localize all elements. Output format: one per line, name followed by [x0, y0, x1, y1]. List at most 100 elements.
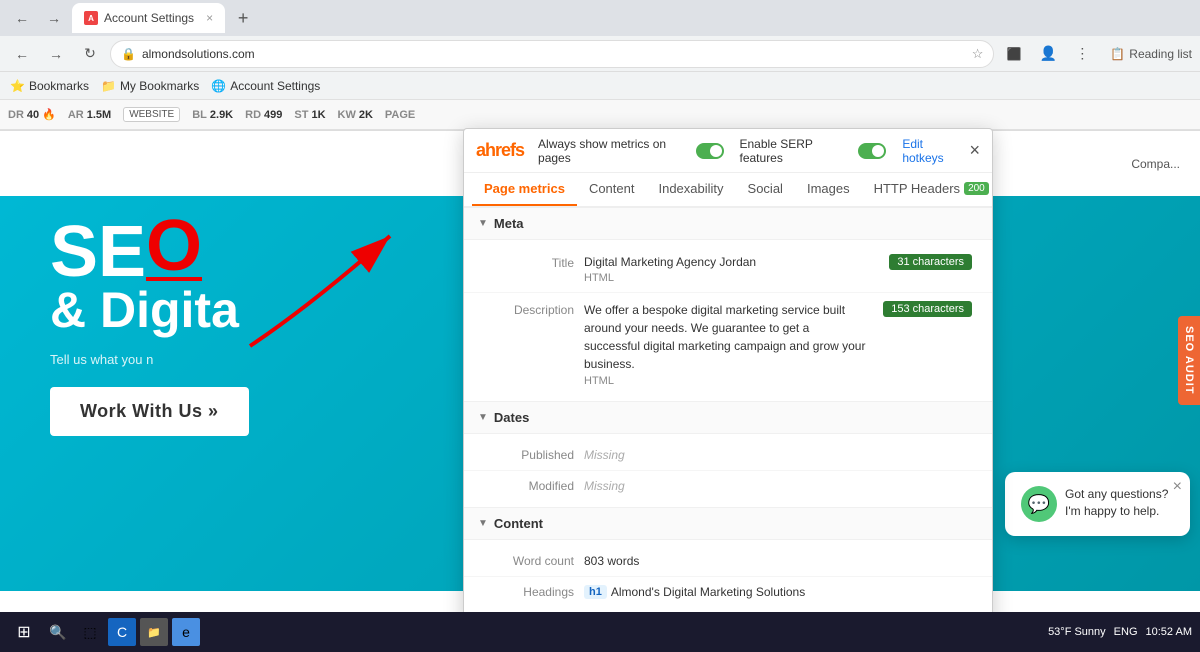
content-section-header[interactable]: ▼ Content — [464, 508, 992, 540]
taskbar-right: 53°F Sunny ENG 10:52 AM — [1048, 626, 1192, 638]
meta-chevron-icon: ▼ — [478, 218, 488, 229]
headings-label: Headings — [484, 585, 574, 599]
modified-field-row: Modified Missing — [464, 471, 992, 501]
account-settings-bookmark[interactable]: 🌐 Account Settings — [211, 79, 320, 93]
chat-avatar: 💬 — [1021, 486, 1057, 522]
headings-value: h1 Almond's Digital Marketing Solutions — [584, 585, 805, 599]
tab-indexability[interactable]: Indexability — [646, 173, 735, 206]
tab-title: Account Settings — [104, 11, 194, 25]
start-button[interactable]: ⊞ — [8, 616, 40, 648]
serp-features-toggle[interactable] — [858, 143, 886, 159]
bookmarks-folder[interactable]: ⭐ Bookmarks — [10, 79, 89, 93]
content-section-body: Word count 803 words Headings h1 Almond'… — [464, 540, 992, 614]
meta-section: ▼ Meta Title Digital Marketing Agency Jo… — [464, 208, 992, 402]
http-headers-badge: 200 — [964, 182, 989, 195]
title-label: Title — [484, 254, 574, 270]
taskbar-left: ⊞ 🔍 ⬚ C 📁 e — [8, 616, 200, 648]
new-tab-button[interactable]: + — [229, 4, 257, 32]
lock-icon: 🔒 — [121, 47, 136, 61]
popup-content: ▼ Meta Title Digital Marketing Agency Jo… — [464, 208, 992, 628]
content-section: ▼ Content Word count 803 words Headings … — [464, 508, 992, 614]
reading-list[interactable]: 📋 Reading list — [1110, 47, 1192, 61]
menu-btn[interactable]: ⋮ — [1068, 40, 1096, 68]
content-chevron-icon: ▼ — [478, 518, 488, 529]
url-text: almondsolutions.com — [142, 47, 255, 61]
tab-close-icon[interactable]: × — [206, 11, 213, 25]
tab-images[interactable]: Images — [795, 173, 862, 206]
h1-tag-badge: h1 — [584, 585, 607, 599]
fire-icon: 🔥 — [42, 108, 56, 121]
tab-page-metrics[interactable]: Page metrics — [472, 173, 577, 206]
dates-chevron-icon: ▼ — [478, 412, 488, 423]
taskbar: ⊞ 🔍 ⬚ C 📁 e 53°F Sunny ENG 10:52 AM — [0, 612, 1200, 652]
popup-header: ahrefs Always show metrics on pages Enab… — [464, 129, 992, 173]
address-bar[interactable]: 🔒 almondsolutions.com ☆ — [110, 40, 994, 68]
active-tab[interactable]: A Account Settings × — [72, 3, 225, 33]
wordcount-label: Word count — [484, 554, 574, 568]
dates-section-header[interactable]: ▼ Dates — [464, 402, 992, 434]
modified-value: Missing — [584, 479, 625, 493]
desc-value-container: We offer a bespoke digital marketing ser… — [584, 301, 972, 387]
heading-text: Almond's Digital Marketing Solutions — [611, 585, 805, 599]
chat-close-button[interactable]: × — [1173, 478, 1182, 496]
metrics-bar: DR 40 🔥 AR 1.5M WEBSITE BL 2.9K RD 499 S… — [0, 100, 1200, 130]
reload-btn[interactable]: ↻ — [76, 40, 104, 68]
address-bar-row: ← → ↻ 🔒 almondsolutions.com ☆ ⬛ 👤 ⋮ 📋 Re… — [0, 36, 1200, 72]
popup-close-button[interactable]: × — [969, 140, 980, 161]
taskbar-time: 10:52 AM — [1146, 626, 1192, 638]
star-icon[interactable]: ☆ — [972, 46, 984, 62]
published-label: Published — [484, 448, 574, 462]
taskbar-task-view-icon[interactable]: ⬚ — [76, 618, 104, 646]
wordcount-field-row: Word count 803 words — [464, 546, 992, 577]
title-field-row: Title Digital Marketing Agency Jordan 31… — [464, 246, 992, 293]
forward-nav-btn[interactable]: → — [42, 40, 70, 68]
kw-metric: KW 2K — [338, 109, 373, 121]
tab-http-headers[interactable]: HTTP Headers 200 — [862, 173, 992, 206]
extensions-btn[interactable]: ⬛ — [1000, 40, 1028, 68]
always-show-label: Always show metrics on pages — [538, 137, 681, 165]
popup-tabs: Page metrics Content Indexability Social… — [464, 173, 992, 208]
chat-widget: × 💬 Got any questions? I'm happy to help… — [1005, 472, 1190, 536]
taskbar-edge-icon[interactable]: e — [172, 618, 200, 646]
bookmarks-bar: ⭐ Bookmarks 📁 My Bookmarks 🌐 Account Set… — [0, 72, 1200, 100]
taskbar-chrome-icon[interactable]: C — [108, 618, 136, 646]
description-field-row: Description We offer a bespoke digital m… — [464, 293, 992, 395]
always-show-toggle[interactable] — [696, 143, 724, 159]
taskbar-weather: 53°F Sunny — [1048, 626, 1106, 638]
desc-chars-badge: 153 characters — [883, 301, 972, 317]
headings-field-row: Headings h1 Almond's Digital Marketing S… — [464, 577, 992, 607]
red-arrow — [230, 216, 430, 356]
forward-button[interactable]: → — [40, 4, 68, 32]
profile-btn[interactable]: 👤 — [1034, 40, 1062, 68]
enable-serp-label: Enable SERP features — [740, 137, 845, 165]
desc-value: We offer a bespoke digital marketing ser… — [584, 301, 867, 373]
dr-metric: DR 40 🔥 — [8, 108, 56, 121]
title-value-container: Digital Marketing Agency Jordan 31 chara… — [584, 254, 972, 284]
modified-label: Modified — [484, 479, 574, 493]
published-value: Missing — [584, 448, 625, 462]
compare-link[interactable]: Compa... — [1131, 157, 1180, 171]
tab-social[interactable]: Social — [736, 173, 795, 206]
edit-hotkeys-link[interactable]: Edit hotkeys — [902, 137, 959, 165]
back-button[interactable]: ← — [8, 4, 36, 32]
my-bookmarks-folder[interactable]: 📁 My Bookmarks — [101, 79, 199, 93]
tab-favicon: A — [84, 11, 98, 25]
work-with-us-button[interactable]: Work With Us » — [50, 387, 249, 436]
taskbar-explorer-icon[interactable]: 📁 — [140, 618, 168, 646]
back-nav-btn[interactable]: ← — [8, 40, 36, 68]
dates-section-body: Published Missing Modified Missing — [464, 434, 992, 508]
published-field-row: Published Missing — [464, 440, 992, 471]
meta-section-body: Title Digital Marketing Agency Jordan 31… — [464, 240, 992, 402]
tab-content[interactable]: Content — [577, 173, 647, 206]
ahrefs-popup: ahrefs Always show metrics on pages Enab… — [463, 128, 993, 629]
desc-html-sub: HTML — [584, 375, 972, 387]
page-metric: PAGE — [385, 109, 415, 121]
taskbar-language: ENG — [1114, 626, 1138, 638]
seo-audit-badge[interactable]: SEO AUDIT — [1178, 316, 1200, 405]
meta-section-header[interactable]: ▼ Meta — [464, 208, 992, 240]
bl-metric: BL 2.9K — [192, 109, 233, 121]
title-chars-badge: 31 characters — [889, 254, 972, 270]
taskbar-search-icon[interactable]: 🔍 — [44, 618, 72, 646]
ahrefs-logo: ahrefs — [476, 140, 524, 161]
website-badge: WEBSITE — [123, 107, 180, 122]
